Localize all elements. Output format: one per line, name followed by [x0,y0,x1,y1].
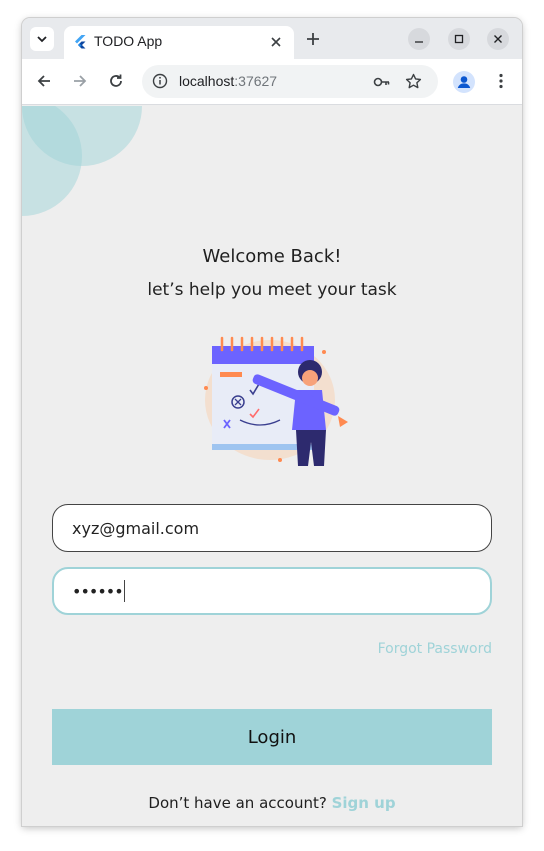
reload-icon[interactable] [107,72,125,90]
email-field[interactable]: xyz@gmail.com [52,504,492,552]
tab-strip: TODO App [22,18,522,59]
email-value: xyz@gmail.com [72,518,200,538]
login-button[interactable]: Login [52,709,492,765]
browser-window: TODO App localhost:37627 Welcome Back! l… [22,18,522,826]
maximize-button[interactable] [448,28,470,50]
close-icon [494,35,502,43]
subtitle: let’s help you meet your task [147,280,397,300]
welcome-heading: Welcome Back! [202,246,342,267]
signup-link[interactable]: Sign up [332,794,396,812]
forgot-password-link[interactable]: Forgot Password [378,641,492,657]
minimize-button[interactable] [408,28,430,50]
url-host: localhost [179,73,235,89]
close-icon[interactable] [268,34,284,50]
chevron-down-icon [37,36,47,43]
signup-row: Don’t have an account? Sign up [22,794,522,812]
person-icon [457,76,471,88]
flutter-icon [75,35,86,49]
profile-avatar[interactable] [453,71,475,93]
address-bar[interactable]: localhost:37627 [142,65,438,98]
star-icon[interactable] [405,73,422,90]
password-value: •••••• [72,581,124,601]
window-close-button[interactable] [487,28,509,50]
task-illustration [204,336,348,466]
browser-toolbar: localhost:37627 [22,59,522,105]
tab-title: TODO App [94,33,163,49]
tab-search-button[interactable] [30,27,54,51]
login-button-label: Login [247,726,297,748]
text-caret [123,580,126,602]
back-arrow-icon[interactable] [35,72,53,90]
maximize-icon [454,34,464,44]
plus-icon[interactable] [304,30,322,48]
url-port: :37627 [234,73,278,89]
more-vertical-icon[interactable] [492,72,510,90]
forward-arrow-icon[interactable] [71,72,89,90]
decorative-circles [22,106,142,216]
active-tab[interactable]: TODO App [64,26,294,59]
info-icon[interactable] [152,73,168,89]
password-field[interactable]: •••••• [52,567,492,615]
signup-prompt: Don’t have an account? [148,794,327,812]
url-text: localhost:37627 [179,73,277,89]
key-icon[interactable] [373,74,391,90]
login-page: Welcome Back! let’s help you meet your t… [22,106,522,826]
minimize-icon [415,41,423,43]
